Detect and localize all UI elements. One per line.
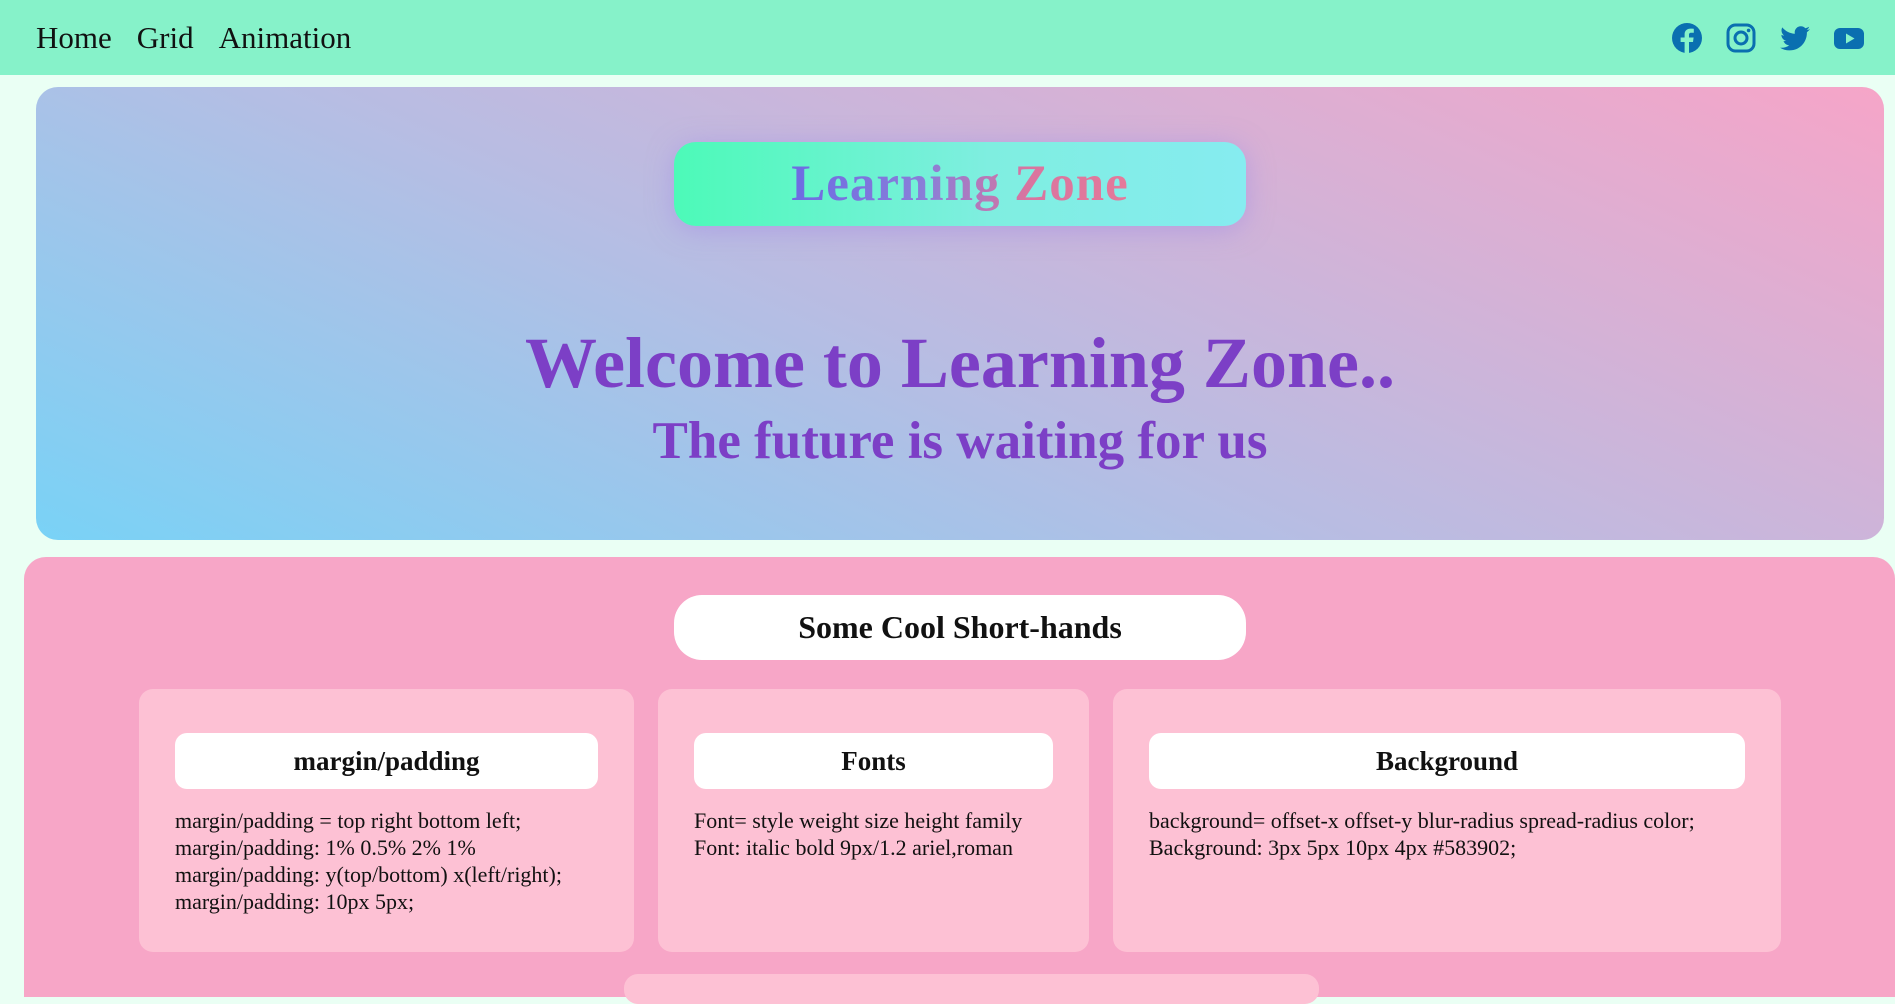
card-title: Background [1149,733,1745,789]
hero-subheading: The future is waiting for us [652,412,1268,470]
navbar: Home Grid Animation [0,0,1895,75]
shorthands-section: Some Cool Short-hands margin/padding mar… [24,557,1895,1004]
youtube-icon[interactable] [1833,22,1865,54]
card-line: Font= style weight size height family [694,808,1023,833]
next-card-partial [624,974,1319,1004]
section-title-badge: Some Cool Short-hands [674,595,1246,660]
nav-link-home[interactable]: Home [36,20,112,56]
nav-link-grid[interactable]: Grid [137,20,194,56]
card-line: margin/padding: 1% 0.5% 2% 1% [175,835,476,860]
hero-banner: Learning Zone Welcome to Learning Zone..… [36,87,1884,540]
card-background: Background background= offset-x offset-y… [1113,689,1781,952]
card-line: background= offset-x offset-y blur-radiu… [1149,808,1695,833]
card-body: margin/padding = top right bottom left; … [175,807,598,915]
hero-heading: Welcome to Learning Zone.. [525,323,1395,403]
card-line: Font: italic bold 9px/1.2 ariel,roman [694,835,1013,860]
social-icons [1671,22,1865,54]
facebook-icon[interactable] [1671,22,1703,54]
twitter-icon[interactable] [1779,22,1811,54]
nav-links: Home Grid Animation [36,20,351,56]
card-line: Background: 3px 5px 10px 4px #583902; [1149,835,1517,860]
brand-title: Learning Zone [791,156,1129,212]
section-title: Some Cool Short-hands [798,609,1122,645]
card-line: margin/padding: 10px 5px; [175,889,415,914]
card-margin-padding: margin/padding margin/padding = top righ… [139,689,634,952]
card-line: margin/padding = top right bottom left; [175,808,522,833]
card-title: margin/padding [175,733,598,789]
card-body: Font= style weight size height family Fo… [694,807,1053,861]
nav-link-animation[interactable]: Animation [219,20,352,56]
card-title: Fonts [694,733,1053,789]
brand-badge: Learning Zone [674,142,1246,226]
card-line: margin/padding: y(top/bottom) x(left/rig… [175,862,562,887]
card-body: background= offset-x offset-y blur-radiu… [1149,807,1745,861]
card-fonts: Fonts Font= style weight size height fam… [658,689,1089,952]
instagram-icon[interactable] [1725,22,1757,54]
